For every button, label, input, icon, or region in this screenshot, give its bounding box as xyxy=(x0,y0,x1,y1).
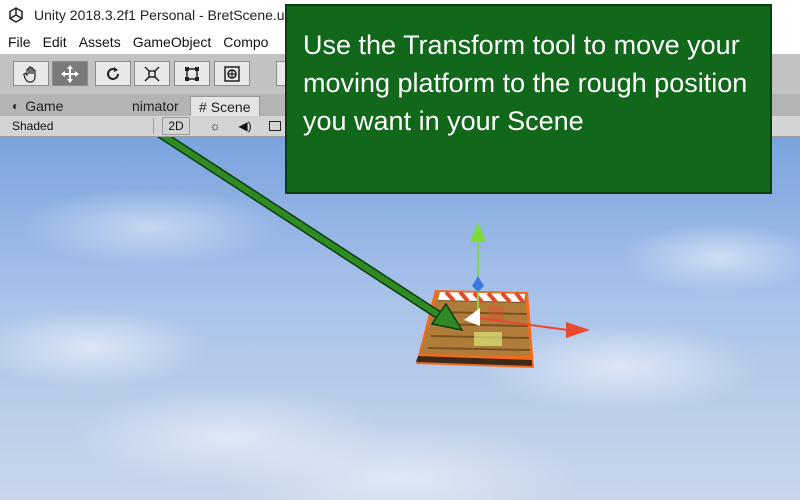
audio-toggle[interactable]: ◀) xyxy=(232,117,258,135)
moving-platform[interactable] xyxy=(416,290,534,368)
shading-mode-dropdown[interactable]: Shaded xyxy=(4,118,154,134)
tutorial-callout: Use the Transform tool to move your movi… xyxy=(285,4,772,194)
move-tool-button[interactable] xyxy=(52,61,88,86)
menu-file[interactable]: File xyxy=(8,34,31,50)
move-icon xyxy=(61,64,79,83)
z-axis-handle xyxy=(472,276,484,292)
menu-assets[interactable]: Assets xyxy=(79,34,121,50)
transform-icon xyxy=(224,65,240,82)
shading-mode-label: Shaded xyxy=(12,119,54,133)
tab-animator[interactable]: nimator xyxy=(98,96,187,116)
rect-tool-button[interactable] xyxy=(174,61,210,86)
tab-scene[interactable]: # Scene xyxy=(190,96,260,116)
mode-2d-label: 2D xyxy=(168,119,184,133)
callout-text: Use the Transform tool to move your movi… xyxy=(303,30,748,136)
tab-game[interactable]: ◐ Game xyxy=(4,96,71,116)
menu-gameobject[interactable]: GameObject xyxy=(133,34,212,50)
sun-icon: ☼ xyxy=(209,119,221,133)
rotate-icon xyxy=(107,66,119,80)
transform-tool-button[interactable] xyxy=(214,61,250,86)
tab-game-label: Game xyxy=(25,98,64,114)
speaker-icon: ◀) xyxy=(238,119,252,133)
hand-icon xyxy=(23,65,36,83)
rotate-tool-button[interactable] xyxy=(95,61,131,86)
scene-tab-icon: # xyxy=(199,98,207,115)
image-icon xyxy=(269,121,281,131)
mode-2d-toggle[interactable]: 2D xyxy=(162,117,190,135)
unity-logo-icon xyxy=(9,7,23,23)
y-axis-handle xyxy=(470,222,486,242)
tab-animator-label: nimator xyxy=(132,98,179,114)
menu-component[interactable]: Compo xyxy=(223,34,268,50)
scale-tool-button[interactable] xyxy=(134,61,170,86)
tab-scene-label: Scene xyxy=(210,98,251,115)
window-title: Unity 2018.3.2f1 Personal - BretScene.u xyxy=(34,7,285,23)
scale-icon xyxy=(144,65,160,82)
x-axis-handle xyxy=(566,322,590,338)
rect-icon xyxy=(185,66,199,81)
menu-edit[interactable]: Edit xyxy=(43,34,67,50)
game-tab-icon: ◐ xyxy=(12,99,20,113)
hand-tool-button[interactable] xyxy=(13,61,49,86)
effects-toggle[interactable] xyxy=(266,117,284,135)
lighting-toggle[interactable]: ☼ xyxy=(202,117,228,135)
